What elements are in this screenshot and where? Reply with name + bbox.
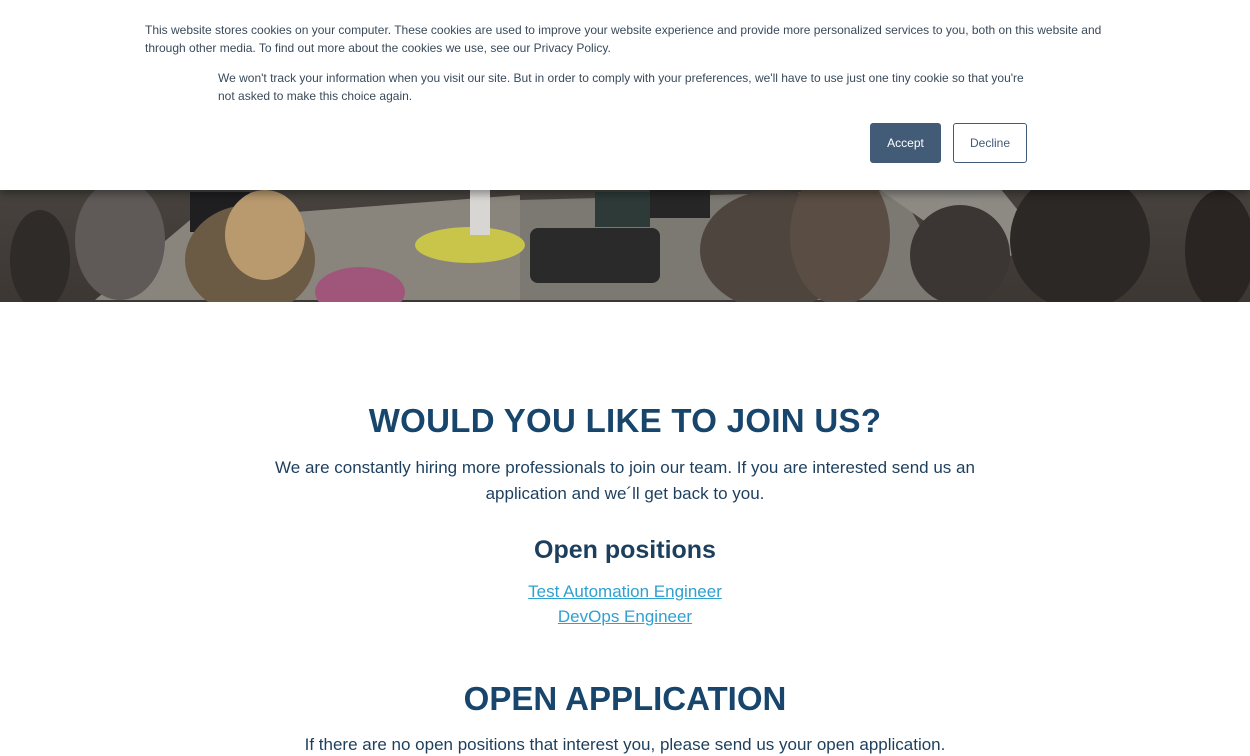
accept-button[interactable]: Accept (870, 123, 941, 163)
open-application-description: If there are no open positions that inte… (304, 735, 946, 754)
position-link-test-automation[interactable]: Test Automation Engineer (528, 582, 722, 601)
open-application-heading: OPEN APPLICATION (463, 680, 787, 717)
open-positions-heading: Open positions (534, 536, 716, 564)
cookie-notice-secondary-text: We won't track your information when you… (218, 71, 1024, 103)
cookie-banner: This website stores cookies on your comp… (0, 0, 1250, 190)
join-description: We are constantly hiring more profession… (275, 458, 975, 503)
list-item: Test Automation Engineer (0, 579, 1250, 604)
position-link-devops[interactable]: DevOps Engineer (558, 607, 692, 626)
decline-button[interactable]: Decline (953, 123, 1027, 163)
careers-section: WOULD YOU LIKE TO JOIN US? We are consta… (0, 302, 1250, 754)
list-item: DevOps Engineer (0, 604, 1250, 629)
positions-list: Test Automation Engineer DevOps Engineer (0, 579, 1250, 629)
cookie-notice-text: This website stores cookies on your comp… (145, 23, 1102, 55)
join-heading: WOULD YOU LIKE TO JOIN US? (368, 402, 882, 439)
